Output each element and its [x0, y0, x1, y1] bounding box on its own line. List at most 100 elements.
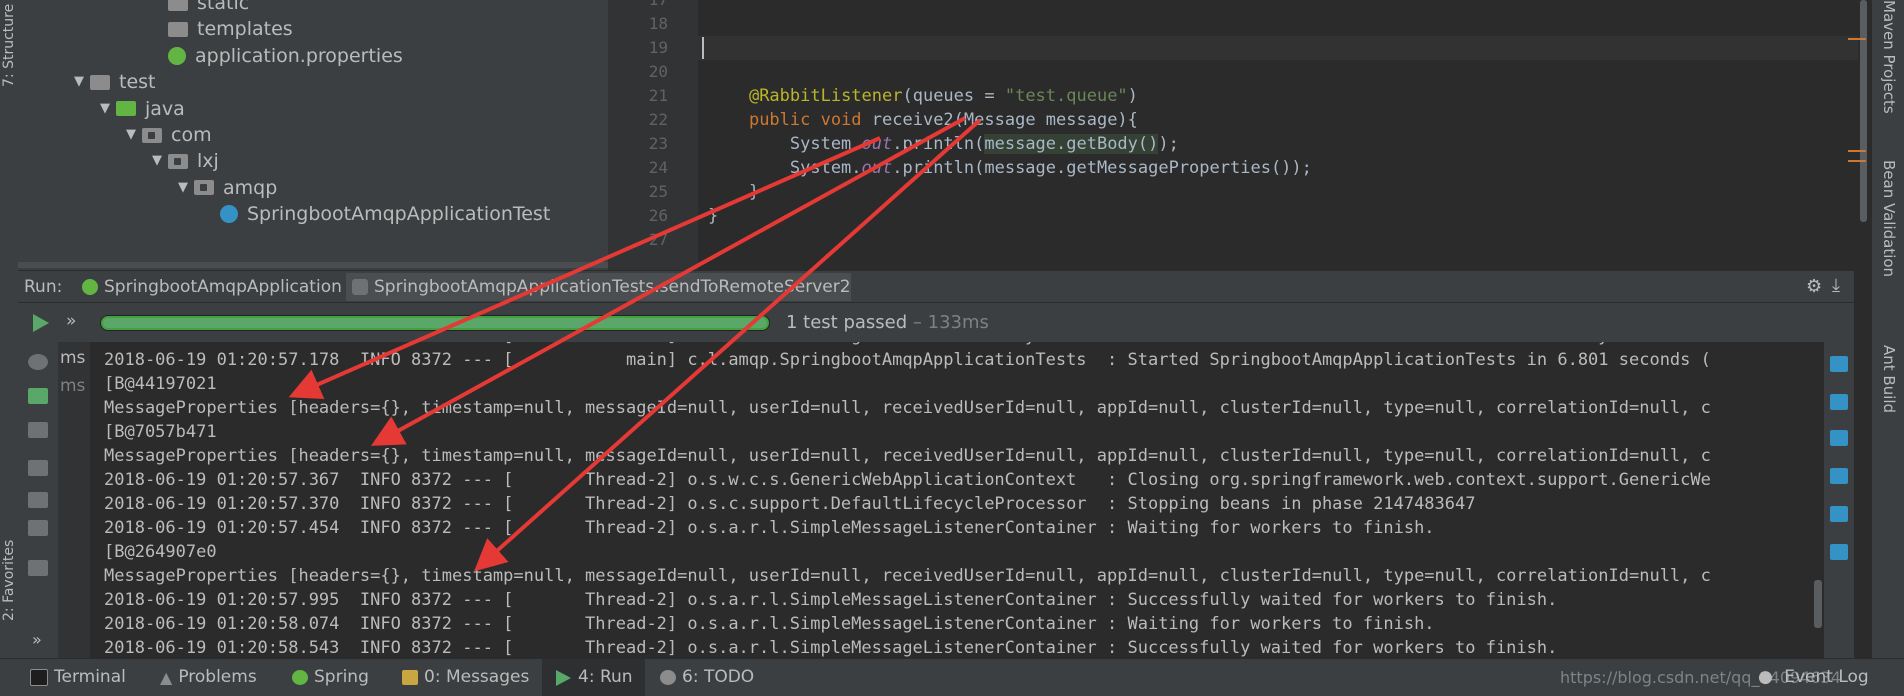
console-line: 2018-06-19 01:20:58.543 INFO 8372 --- [ … [104, 638, 1558, 658]
console-output[interactable]: 2018-06-19 01:20:56.855 INFO 8372 --- [c… [90, 342, 1812, 658]
code-token: System. [708, 158, 862, 178]
code-line[interactable]: } [708, 204, 718, 228]
code-editor[interactable]: @RabbitListener(queues = "test.queue") p… [698, 0, 1858, 270]
hide-panel-icon[interactable]: ⤓ [1832, 275, 1840, 296]
run-toolbar: » 1 test passed – 133ms [18, 302, 1854, 343]
import-tests-icon[interactable] [28, 492, 48, 508]
rerun-icon[interactable] [30, 313, 50, 333]
test-source-folder-icon [116, 101, 136, 117]
test-progress-fill [103, 318, 767, 328]
console-scrollbar[interactable] [1812, 342, 1824, 658]
line-number: 23 [648, 134, 668, 153]
line-number: 25 [648, 182, 668, 201]
test-class-icon [220, 205, 238, 224]
tab-label: Spring [314, 667, 369, 687]
event-log-button[interactable]: ● Event Log [1758, 659, 1869, 696]
ant-build-tool-tab[interactable]: Ant Build [1878, 345, 1900, 445]
package-icon [142, 127, 162, 143]
editor-scrollbar[interactable] [1858, 0, 1868, 222]
tab-run[interactable]: 4: Run [542, 659, 645, 696]
test-status-icon[interactable] [28, 354, 48, 370]
duration-label: ms [60, 348, 86, 368]
console-line: 2018-06-19 01:20:57.370 INFO 8372 --- [ … [104, 494, 1476, 514]
run-tab-label: SpringbootAmqpApplication [104, 277, 342, 297]
layout-icon[interactable] [28, 560, 48, 576]
console-line: MessageProperties [headers={}, timestamp… [104, 566, 1711, 586]
expand-toolbar-icon[interactable]: » [66, 311, 76, 331]
code-token: public void [748, 110, 872, 130]
run-tab-tests[interactable]: SpringbootAmqpApplicationTests.sendToRem… [346, 273, 851, 301]
code-token: ) [1127, 86, 1138, 106]
run-tab-application[interactable]: SpringbootAmqpApplication [76, 273, 342, 301]
tree-item-application-properties[interactable]: application.properties [152, 41, 403, 71]
test-progress-bar [100, 315, 770, 331]
code-token: (Message message){ [953, 110, 1138, 130]
editor-error-stripe-marker[interactable] [1848, 38, 1866, 40]
bean-validation-tool-tab[interactable]: Bean Validation [1878, 160, 1900, 310]
code-line[interactable]: public void receive2(Message message){ [708, 108, 1138, 132]
tab-label: Terminal [54, 667, 126, 687]
console-line: [B@44197021 [104, 374, 217, 394]
code-line[interactable]: } [708, 180, 759, 204]
code-line[interactable]: @RabbitListener(queues = "test.queue") [708, 84, 1138, 108]
code-token: .println( [892, 134, 985, 154]
arrow-up-icon[interactable] [1830, 356, 1848, 372]
console-line: 2018-06-19 01:20:57.454 INFO 8372 --- [ … [104, 518, 1435, 538]
expand-arrow-icon[interactable]: ▼ [152, 146, 168, 176]
gear-icon[interactable]: ⚙ [1806, 276, 1822, 297]
expand-arrow-icon[interactable]: ▼ [100, 94, 116, 124]
print-icon[interactable] [1830, 506, 1848, 522]
text-caret [702, 37, 704, 59]
sort-icon[interactable] [28, 388, 48, 404]
package-icon [168, 153, 188, 169]
stop-icon[interactable] [28, 422, 48, 438]
run-panel-header: Run: SpringbootAmqpApplication Springboo… [18, 270, 1854, 303]
arrow-down-icon[interactable] [1830, 394, 1848, 410]
right-tool-strip: Maven Projects Bean Validation Ant Build [1871, 0, 1904, 658]
code-token: @RabbitListener [748, 86, 903, 106]
code-line[interactable]: System.out.println(message.getBody()); [708, 132, 1179, 156]
structure-tool-tab[interactable]: 7: Structure [0, 0, 18, 90]
tab-terminal[interactable]: Terminal [30, 659, 126, 696]
more-tools-icon[interactable]: » [32, 630, 42, 649]
run-side-toolbar: » [18, 342, 58, 658]
tree-item-springbootamqpapplicationtest[interactable]: SpringbootAmqpApplicationTest [204, 199, 550, 229]
favorites-tool-tab[interactable]: 2: Favorites [0, 520, 18, 640]
console-scrollbar-thumb[interactable] [1814, 580, 1822, 628]
line-number: 27 [648, 230, 668, 249]
code-token: out [861, 134, 893, 154]
console-line: 2018-06-19 01:20:57.178 INFO 8372 --- [ … [104, 350, 1711, 370]
expand-arrow-icon[interactable]: ▼ [126, 120, 142, 150]
editor-error-stripe-marker[interactable] [1848, 150, 1866, 152]
duration-label: ms [60, 376, 86, 396]
editor-scrollbar-thumb[interactable] [1860, 0, 1867, 222]
tab-problems[interactable]: ▲ Problems [160, 659, 257, 696]
current-line-highlight [698, 36, 1858, 60]
run-icon [556, 669, 571, 686]
expand-arrow-icon[interactable]: ▼ [74, 67, 90, 97]
folder-icon [90, 74, 110, 90]
restore-layout-icon[interactable] [28, 460, 48, 476]
trash-icon[interactable] [1830, 544, 1848, 560]
console-line: MessageProperties [headers={}, timestamp… [104, 398, 1711, 418]
soft-wrap-icon[interactable] [1830, 430, 1848, 446]
tab-label: Problems [178, 667, 257, 687]
editor-error-stripe-marker[interactable] [1848, 160, 1866, 162]
tab-todo[interactable]: 6: TODO [660, 659, 754, 696]
tab-spring[interactable]: Spring [292, 659, 369, 696]
console-line: [B@7057b471 [104, 422, 217, 442]
expand-arrow-icon[interactable]: ▼ [178, 173, 194, 203]
code-line[interactable]: System.out.println(message.getMessagePro… [708, 156, 1312, 180]
maven-projects-tool-tab[interactable]: Maven Projects [1878, 0, 1900, 120]
code-token: System. [708, 134, 862, 154]
tree-scrollbar[interactable] [18, 262, 608, 268]
scroll-to-end-icon[interactable] [1830, 468, 1848, 484]
tab-label: 4: Run [578, 667, 633, 687]
code-token: } [708, 182, 760, 202]
export-icon[interactable] [28, 520, 48, 536]
tab-messages[interactable]: 0: Messages [402, 659, 529, 696]
console-line: 2018-06-19 01:20:57.367 INFO 8372 --- [ … [104, 470, 1711, 490]
test-status: 1 test passed – 133ms [786, 303, 989, 343]
code-token: (queues = [902, 86, 1005, 106]
